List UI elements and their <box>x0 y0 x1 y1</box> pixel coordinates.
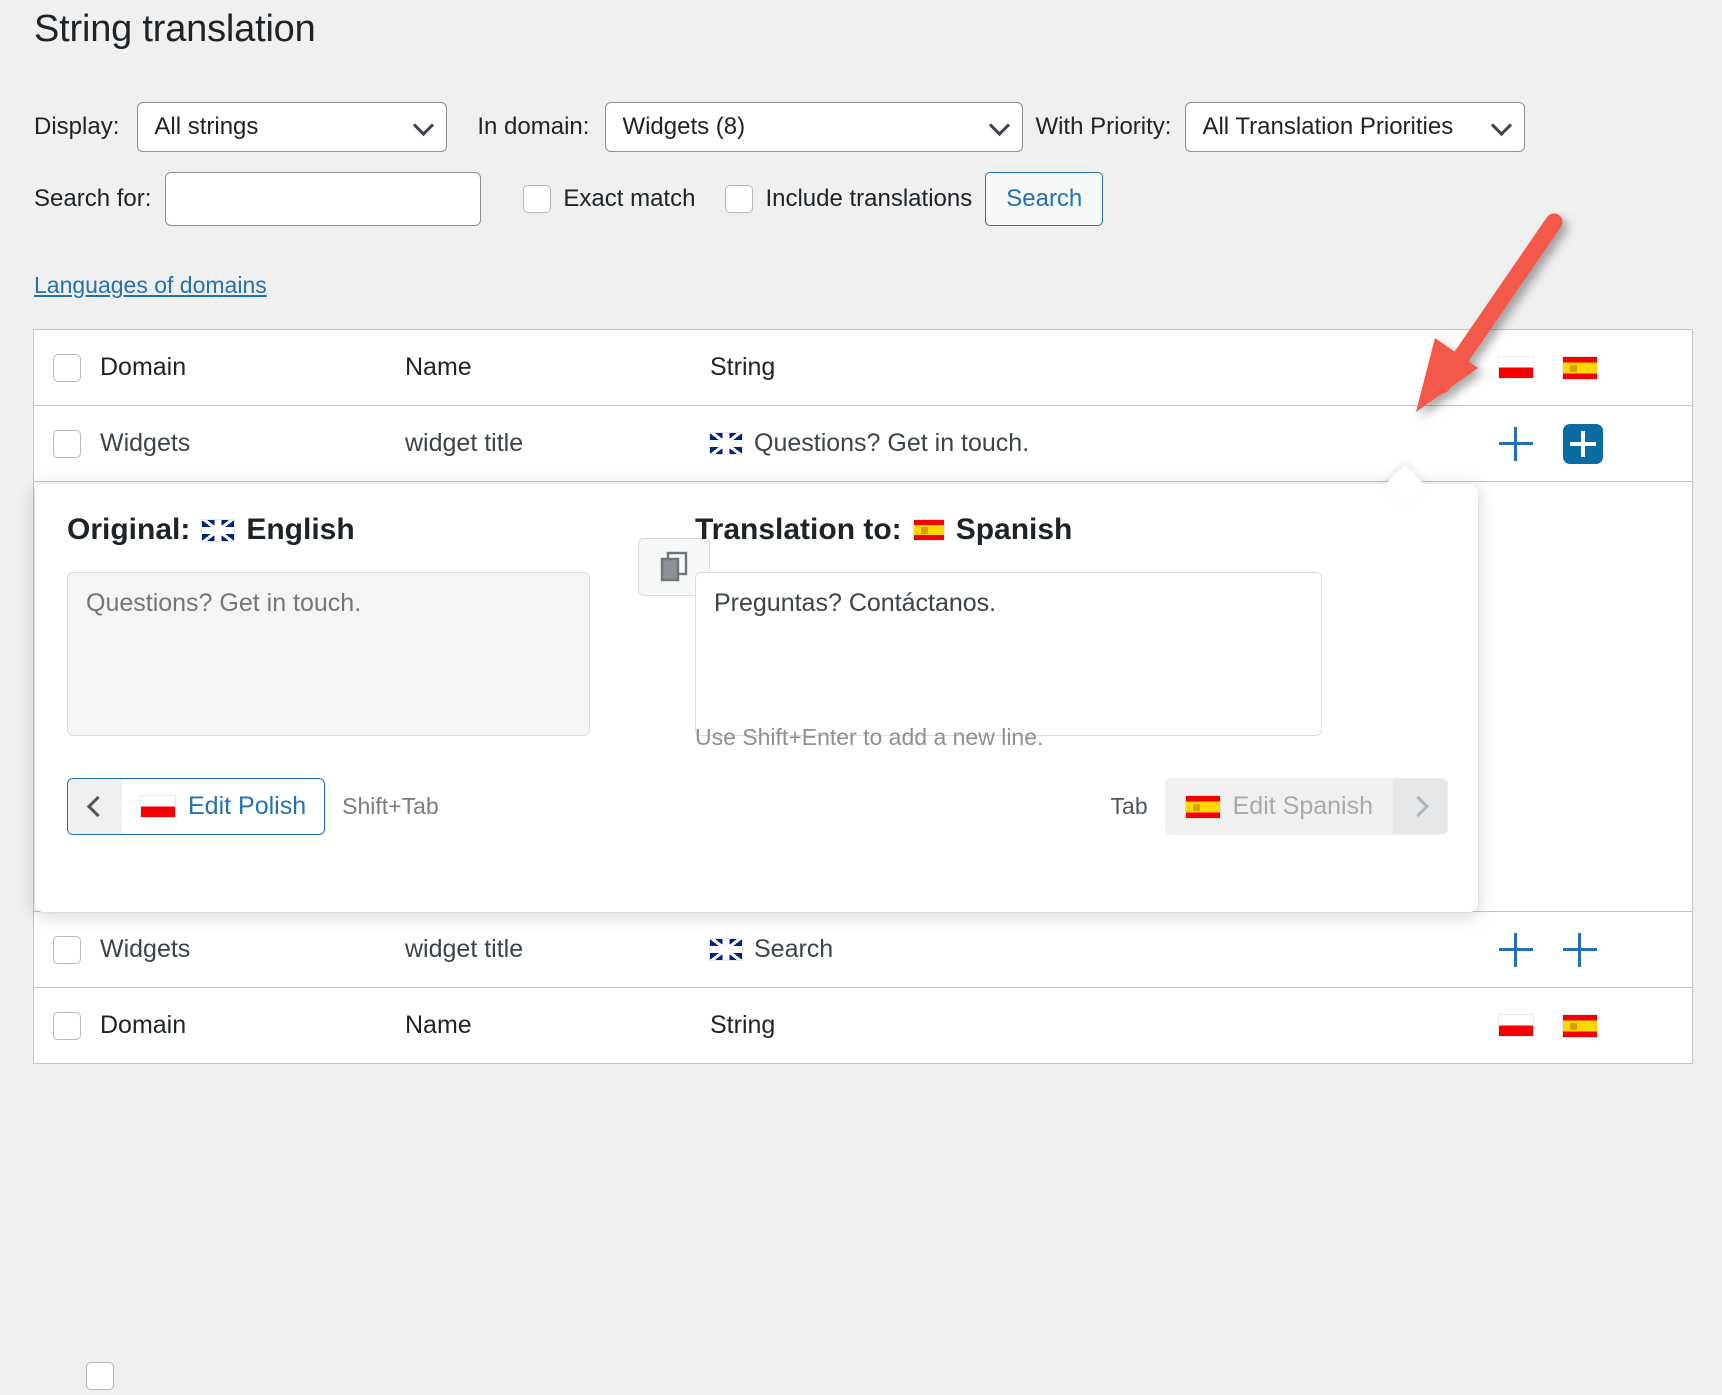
column-footer-string: String <box>710 1011 1487 1040</box>
spanish-flag-icon <box>1563 1015 1597 1037</box>
chevron-down-icon <box>989 115 1010 136</box>
translation-text-textarea[interactable] <box>695 572 1322 736</box>
display-label: Display: <box>34 113 119 141</box>
cell-string: Questions? Get in touch. <box>710 429 1487 458</box>
spanish-flag-icon <box>1186 796 1220 818</box>
display-select[interactable]: All strings <box>137 102 447 152</box>
cell-name: widget title <box>405 935 710 964</box>
spanish-flag-icon <box>1563 357 1597 379</box>
tab-shortcut: Tab <box>1111 793 1148 820</box>
chevron-down-icon <box>1491 115 1512 136</box>
exact-match-label: Exact match <box>563 185 695 213</box>
column-footer-name: Name <box>405 1011 710 1040</box>
search-input[interactable] <box>165 172 481 226</box>
select-all-cell <box>34 354 100 382</box>
english-flag-icon <box>710 433 742 454</box>
search-for-label: Search for: <box>34 185 151 213</box>
edit-spanish-label: Edit Spanish <box>1233 792 1373 821</box>
add-spanish-translation-icon[interactable] <box>1563 424 1603 464</box>
popup-prev-nav: Edit Polish Shift+Tab <box>67 778 439 835</box>
with-priority-label: With Priority: <box>1035 113 1171 141</box>
popup-translation-language: Spanish <box>956 513 1073 547</box>
column-header-language-flags <box>1487 357 1692 379</box>
spanish-flag-icon <box>914 520 944 540</box>
filter-row-primary: Display: All strings In domain: Widgets … <box>34 102 1525 152</box>
popup-original-title: Original: English <box>67 513 707 547</box>
polish-flag-icon <box>1499 1015 1533 1036</box>
row-checkbox[interactable] <box>53 430 81 458</box>
priority-select[interactable]: All Translation Priorities <box>1185 102 1525 152</box>
row-checkbox-hidden[interactable] <box>86 1362 114 1395</box>
english-flag-icon <box>710 939 742 960</box>
domain-select[interactable]: Widgets (8) <box>605 102 1023 152</box>
column-header-string: String <box>710 353 1487 382</box>
column-footer-domain: Domain <box>100 1011 405 1040</box>
edit-spanish-button[interactable]: Edit Spanish <box>1165 778 1448 835</box>
popup-original-language: English <box>246 513 354 547</box>
chevron-down-icon <box>413 115 434 136</box>
translation-editor-popup: Original: English Translation to: Spanis… <box>35 484 1478 912</box>
edit-polish-label: Edit Polish <box>188 792 306 821</box>
chevron-left-icon-cell <box>68 779 122 834</box>
cell-domain: Widgets <box>100 429 405 458</box>
cell-domain: Widgets <box>100 935 405 964</box>
include-translations-label: Include translations <box>765 185 972 213</box>
in-domain-label: In domain: <box>477 113 589 141</box>
chevron-left-icon <box>86 796 107 817</box>
popup-translation-label: Translation to: <box>695 513 902 547</box>
cell-string: Search <box>710 935 1487 964</box>
popup-translation-section: Translation to: Spanish <box>695 513 1445 741</box>
shift-enter-hint: Use Shift+Enter to add a new line. <box>695 724 1043 751</box>
edit-polish-button[interactable]: Edit Polish <box>67 778 325 835</box>
cell-string-text: Search <box>754 935 833 964</box>
add-polish-translation-icon[interactable] <box>1499 427 1533 461</box>
copy-icon <box>659 551 689 583</box>
cell-string-text: Questions? Get in touch. <box>754 429 1029 458</box>
table-row[interactable]: Widgets widget title Questions? Get in t… <box>34 406 1692 482</box>
polish-flag-icon <box>141 796 175 817</box>
chevron-right-icon <box>1407 796 1428 817</box>
edit-spanish-label-wrap: Edit Spanish <box>1166 792 1393 821</box>
languages-of-domains-link[interactable]: Languages of domains <box>34 272 267 299</box>
popup-original-label: Original: <box>67 513 190 547</box>
polish-flag-icon <box>1499 357 1533 378</box>
table-header-row: Domain Name String <box>34 330 1692 406</box>
popup-original-section: Original: English <box>67 513 707 741</box>
popup-translation-title: Translation to: Spanish <box>695 513 1445 547</box>
cell-name: widget title <box>405 429 710 458</box>
add-polish-translation-icon[interactable] <box>1499 933 1533 967</box>
priority-select-value: All Translation Priorities <box>1202 113 1453 141</box>
row-actions <box>1487 933 1692 967</box>
edit-polish-label-wrap: Edit Polish <box>122 792 324 821</box>
filter-row-search: Search for: Exact match Include translat… <box>34 174 1103 224</box>
domain-select-value: Widgets (8) <box>622 113 745 141</box>
shift-tab-shortcut: Shift+Tab <box>342 793 439 820</box>
column-footer-language-flags <box>1487 1015 1692 1037</box>
column-header-domain: Domain <box>100 353 405 382</box>
display-select-value: All strings <box>154 113 258 141</box>
row-select-cell <box>34 936 100 964</box>
popup-next-nav: Tab Edit Spanish <box>1111 778 1448 835</box>
select-all-checkbox[interactable] <box>53 354 81 382</box>
include-translations-checkbox[interactable] <box>725 185 753 213</box>
column-header-name: Name <box>405 353 710 382</box>
row-select-cell <box>34 430 100 458</box>
exact-match-checkbox[interactable] <box>523 185 551 213</box>
add-spanish-translation-icon[interactable] <box>1563 933 1597 967</box>
table-footer-row: Domain Name String <box>34 988 1692 1064</box>
original-text-textarea[interactable] <box>67 572 590 736</box>
english-flag-icon <box>202 520 234 541</box>
row-actions <box>1487 424 1692 464</box>
select-all-checkbox-footer[interactable] <box>53 1012 81 1040</box>
select-all-cell-footer <box>34 1012 100 1040</box>
row-checkbox[interactable] <box>53 936 81 964</box>
table-row[interactable]: Widgets widget title Search <box>34 912 1692 988</box>
chevron-right-icon-cell <box>1393 779 1447 834</box>
page-title: String translation <box>34 8 316 51</box>
search-button[interactable]: Search <box>985 172 1103 226</box>
